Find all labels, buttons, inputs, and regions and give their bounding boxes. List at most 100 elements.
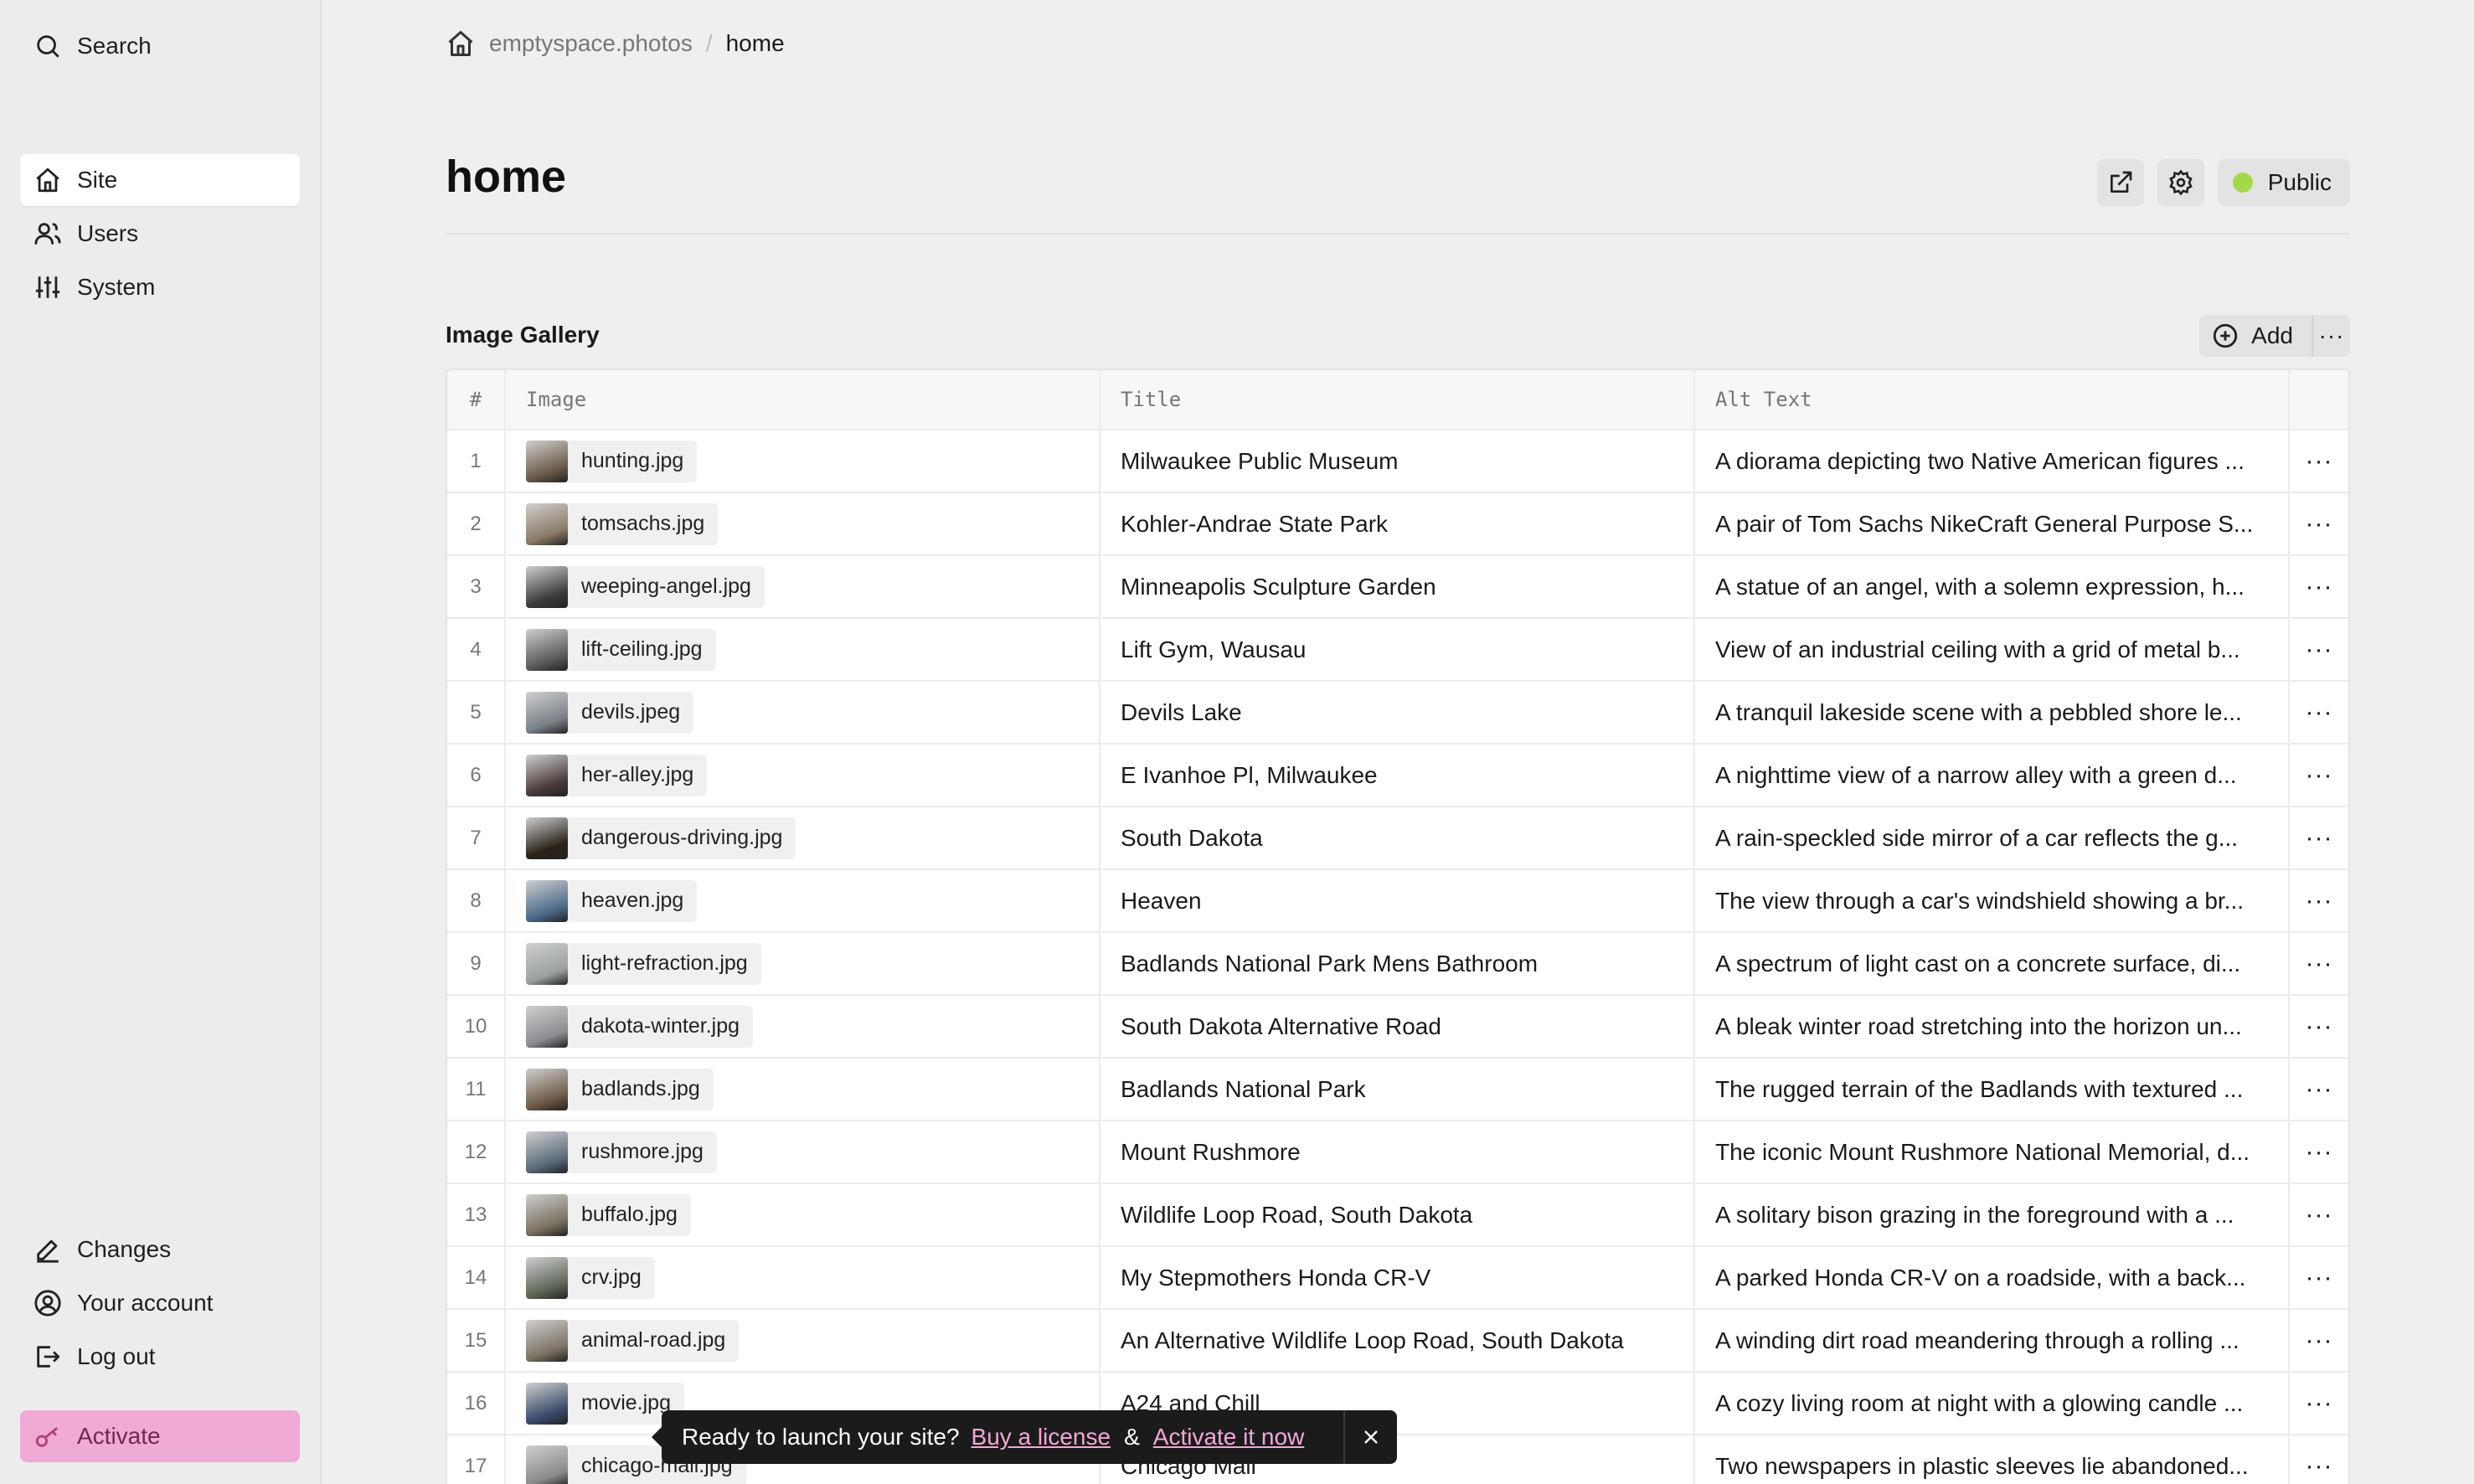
table-row[interactable]: 2 tomsachs.jpg Kohler-Andrae State Park A p… xyxy=(447,493,2348,556)
table-row[interactable]: 9 light-refraction.jpg Badlands National P… xyxy=(447,933,2348,996)
sidebar-item-system[interactable]: System xyxy=(20,261,300,313)
image-thumbnail xyxy=(526,942,568,985)
title-cell[interactable]: My Stepmothers Honda CR-V xyxy=(1100,1247,1695,1308)
alt-text-cell[interactable]: A rain-speckled side mirror of a car ref… xyxy=(1695,807,2290,868)
row-more-button[interactable]: ··· xyxy=(2290,493,2348,554)
alt-text-cell[interactable]: A diorama depicting two Native American … xyxy=(1695,430,2290,492)
sidebar-item-account[interactable]: Your account xyxy=(20,1277,300,1329)
image-file-chip[interactable]: weeping-angel.jpg xyxy=(526,565,765,608)
title-cell[interactable]: Kohler-Andrae State Park xyxy=(1100,493,1695,554)
title-cell[interactable]: Heaven xyxy=(1100,870,1695,931)
sidebar-item-logout[interactable]: Log out xyxy=(20,1331,300,1383)
image-file-chip[interactable]: lift-ceiling.jpg xyxy=(526,628,716,671)
title-cell[interactable]: E Ivanhoe Pl, Milwaukee xyxy=(1100,745,1695,806)
table-row[interactable]: 15 animal-road.jpg An Alternative Wildlife… xyxy=(447,1310,2348,1373)
sidebar-item-changes[interactable]: Changes xyxy=(20,1224,300,1275)
alt-text-cell[interactable]: A bleak winter road stretching into the … xyxy=(1695,996,2290,1057)
row-more-button[interactable]: ··· xyxy=(2290,619,2348,680)
sidebar-item-site[interactable]: Site xyxy=(20,154,300,206)
activate-now-link[interactable]: Activate it now xyxy=(1153,1424,1305,1451)
open-external-button[interactable] xyxy=(2096,159,2144,206)
sidebar-item-users[interactable]: Users xyxy=(20,208,300,260)
alt-text-cell[interactable]: A pair of Tom Sachs NikeCraft General Pu… xyxy=(1695,493,2290,554)
table-row[interactable]: 1 hunting.jpg Milwaukee Public Museum A dio… xyxy=(447,430,2348,493)
row-more-button[interactable]: ··· xyxy=(2290,1184,2348,1245)
row-more-button[interactable]: ··· xyxy=(2290,556,2348,617)
alt-text-cell[interactable]: A parked Honda CR-V on a roadside, with … xyxy=(1695,1247,2290,1308)
alt-text-cell[interactable]: View of an industrial ceiling with a gri… xyxy=(1695,619,2290,680)
alt-text-cell[interactable]: A tranquil lakeside scene with a pebbled… xyxy=(1695,682,2290,743)
image-file-chip[interactable]: animal-road.jpg xyxy=(526,1319,740,1362)
image-file-chip[interactable]: her-alley.jpg xyxy=(526,754,708,796)
row-more-button[interactable]: ··· xyxy=(2290,1247,2348,1308)
row-more-button[interactable]: ··· xyxy=(2290,996,2348,1057)
table-row[interactable]: 11 badlands.jpg Badlands National Park The … xyxy=(447,1059,2348,1121)
row-more-button[interactable]: ··· xyxy=(2290,682,2348,743)
image-file-chip[interactable]: badlands.jpg xyxy=(526,1068,714,1110)
visibility-status-button[interactable]: Public xyxy=(2217,159,2350,206)
image-file-chip[interactable]: dakota-winter.jpg xyxy=(526,1005,754,1048)
alt-text-cell[interactable]: A nighttime view of a narrow alley with … xyxy=(1695,745,2290,806)
title-cell[interactable]: Devils Lake xyxy=(1100,682,1695,743)
row-more-button[interactable]: ··· xyxy=(2290,933,2348,994)
table-row[interactable]: 8 heaven.jpg Heaven The view through a car'… xyxy=(447,870,2348,933)
image-file-chip[interactable]: devils.jpeg xyxy=(526,691,694,734)
activate-button[interactable]: Activate xyxy=(20,1410,300,1462)
row-more-button[interactable]: ··· xyxy=(2290,870,2348,931)
image-file-chip[interactable]: hunting.jpg xyxy=(526,440,698,482)
title-cell[interactable]: Minneapolis Sculpture Garden xyxy=(1100,556,1695,617)
title-cell[interactable]: Badlands National Park xyxy=(1100,1059,1695,1120)
alt-text-cell[interactable]: A statue of an angel, with a solemn expr… xyxy=(1695,556,2290,617)
title-cell[interactable]: South Dakota Alternative Road xyxy=(1100,996,1695,1057)
image-file-chip[interactable]: heaven.jpg xyxy=(526,879,698,922)
alt-text-cell[interactable]: A winding dirt road meandering through a… xyxy=(1695,1310,2290,1371)
image-file-chip[interactable]: buffalo.jpg xyxy=(526,1193,691,1236)
image-file-chip[interactable]: crv.jpg xyxy=(526,1256,655,1299)
title-cell[interactable]: Wildlife Loop Road, South Dakota xyxy=(1100,1184,1695,1245)
settings-button[interactable] xyxy=(2157,159,2204,206)
table-row[interactable]: 3 weeping-angel.jpg Minneapolis Sculpture … xyxy=(447,556,2348,619)
row-more-button[interactable]: ··· xyxy=(2290,1310,2348,1371)
image-file-chip[interactable]: dangerous-driving.jpg xyxy=(526,817,796,859)
alt-text-cell[interactable]: The iconic Mount Rushmore National Memor… xyxy=(1695,1121,2290,1183)
title-cell[interactable]: Badlands National Park Mens Bathroom xyxy=(1100,933,1695,994)
home-icon[interactable] xyxy=(446,28,476,59)
image-file-chip[interactable]: rushmore.jpg xyxy=(526,1131,717,1173)
row-more-button[interactable]: ··· xyxy=(2290,745,2348,806)
gallery-more-button[interactable]: ··· xyxy=(2312,315,2350,357)
table-row[interactable]: 10 dakota-winter.jpg South Dakota Alternat… xyxy=(447,996,2348,1059)
buy-license-link[interactable]: Buy a license xyxy=(972,1424,1111,1451)
alt-text-cell[interactable]: The view through a car's windshield show… xyxy=(1695,870,2290,931)
table-row[interactable]: 14 crv.jpg My Stepmothers Honda CR-V A park… xyxy=(447,1247,2348,1310)
alt-text-cell[interactable]: The rugged terrain of the Badlands with … xyxy=(1695,1059,2290,1120)
table-row[interactable]: 4 lift-ceiling.jpg Lift Gym, Wausau View of… xyxy=(447,619,2348,682)
add-button[interactable]: Add xyxy=(2199,315,2312,357)
toast-close-button[interactable] xyxy=(1343,1410,1397,1464)
alt-text-cell[interactable]: A solitary bison grazing in the foregrou… xyxy=(1695,1184,2290,1245)
breadcrumb-site[interactable]: emptyspace.photos xyxy=(489,30,693,57)
title-cell[interactable]: Mount Rushmore xyxy=(1100,1121,1695,1183)
row-more-button[interactable]: ··· xyxy=(2290,1059,2348,1120)
image-thumbnail xyxy=(526,691,568,734)
table-row[interactable]: 12 rushmore.jpg Mount Rushmore The iconic M… xyxy=(447,1121,2348,1184)
title-cell[interactable]: An Alternative Wildlife Loop Road, South… xyxy=(1100,1310,1695,1371)
table-row[interactable]: 7 dangerous-driving.jpg South Dakota A rain… xyxy=(447,807,2348,870)
row-more-button[interactable]: ··· xyxy=(2290,1121,2348,1183)
image-file-chip[interactable]: movie.jpg xyxy=(526,1382,684,1425)
row-more-button[interactable]: ··· xyxy=(2290,1373,2348,1434)
table-row[interactable]: 5 devils.jpeg Devils Lake A tranquil lakesi… xyxy=(447,682,2348,745)
search-button[interactable]: Search xyxy=(20,20,300,72)
row-more-button[interactable]: ··· xyxy=(2290,430,2348,492)
row-more-button[interactable]: ··· xyxy=(2290,1435,2348,1484)
image-file-chip[interactable]: light-refraction.jpg xyxy=(526,942,761,985)
table-row[interactable]: 6 her-alley.jpg E Ivanhoe Pl, Milwaukee A n… xyxy=(447,745,2348,807)
image-file-chip[interactable]: tomsachs.jpg xyxy=(526,502,719,545)
alt-text-cell[interactable]: A cozy living room at night with a glowi… xyxy=(1695,1373,2290,1434)
table-row[interactable]: 13 buffalo.jpg Wildlife Loop Road, South D… xyxy=(447,1184,2348,1247)
row-more-button[interactable]: ··· xyxy=(2290,807,2348,868)
title-cell[interactable]: Milwaukee Public Museum xyxy=(1100,430,1695,492)
alt-text-cell[interactable]: Two newspapers in plastic sleeves lie ab… xyxy=(1695,1435,2290,1484)
title-cell[interactable]: Lift Gym, Wausau xyxy=(1100,619,1695,680)
title-cell[interactable]: South Dakota xyxy=(1100,807,1695,868)
alt-text-cell[interactable]: A spectrum of light cast on a concrete s… xyxy=(1695,933,2290,994)
